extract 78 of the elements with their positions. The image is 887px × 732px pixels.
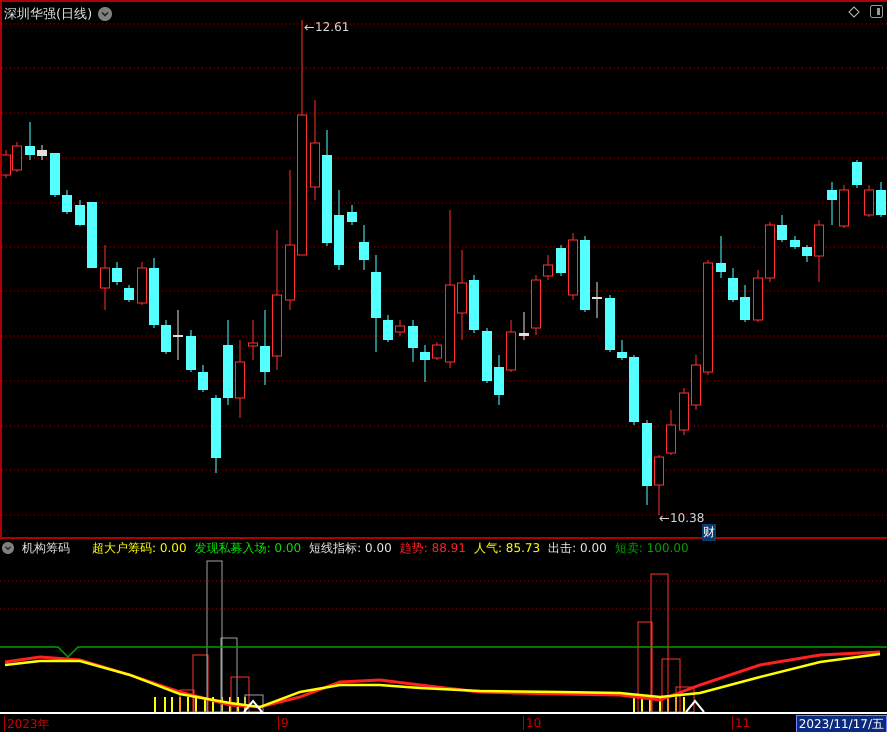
axis-label: 2023年 — [4, 716, 50, 732]
indicator-name: 机构筹码 — [22, 540, 70, 556]
arrow-left-icon — [659, 514, 669, 522]
chevron-down-icon[interactable] — [98, 7, 112, 21]
candle — [765, 222, 775, 282]
candle — [149, 258, 159, 328]
indicator-reading: 人气: 85.73 — [474, 540, 540, 556]
candle — [777, 214, 787, 242]
diamond-icon[interactable] — [848, 6, 860, 18]
arrow-left-icon — [304, 24, 314, 30]
candle — [691, 354, 701, 410]
candle — [50, 152, 60, 198]
candle — [173, 310, 183, 360]
candle — [876, 182, 886, 218]
candle — [432, 342, 442, 360]
low-price-label: 10.38 — [670, 511, 704, 525]
candle — [852, 160, 862, 188]
candle — [531, 274, 541, 336]
candle — [100, 244, 110, 310]
candle — [839, 184, 849, 228]
axis-label: 11 — [732, 716, 750, 730]
candle — [87, 202, 97, 268]
axis-label: 9 — [278, 716, 289, 730]
candle — [556, 244, 566, 276]
axis-label: 10 — [523, 716, 542, 730]
candle — [679, 388, 689, 436]
candle — [617, 340, 627, 360]
candle — [543, 254, 553, 280]
candle — [112, 262, 122, 286]
panel-toggle-icon[interactable] — [870, 5, 883, 18]
candle — [37, 144, 47, 160]
candle — [198, 364, 208, 392]
candle — [359, 224, 369, 270]
candle — [186, 330, 196, 372]
candle — [519, 312, 529, 340]
candle — [506, 320, 516, 372]
high-price-label: 12.61 — [315, 20, 350, 34]
current-date: 2023/11/17/五 — [796, 715, 887, 732]
chart-title: 深圳华强(日线) — [4, 6, 92, 23]
indicator-reading: 出击: 0.00 — [548, 540, 607, 556]
candle — [482, 328, 492, 384]
candle — [629, 354, 639, 426]
candle — [605, 294, 615, 352]
candle — [814, 220, 824, 282]
candle — [75, 200, 85, 226]
candle — [248, 320, 258, 360]
candle — [420, 344, 430, 382]
candle — [654, 454, 664, 516]
candle — [568, 232, 578, 300]
candle — [25, 122, 35, 160]
finance-badge[interactable]: 财 — [702, 524, 716, 541]
candle — [161, 320, 171, 354]
candle — [790, 236, 800, 250]
chevron-down-icon[interactable] — [2, 542, 14, 554]
candle — [469, 274, 479, 334]
candle — [124, 284, 134, 302]
candle — [728, 268, 738, 302]
candle — [62, 190, 72, 214]
indicator-reading: 超大户筹码: 0.00 — [92, 540, 187, 556]
candle — [827, 182, 837, 226]
indicator-reading: 趋势: 88.91 — [400, 540, 466, 556]
candle — [494, 354, 504, 406]
candle — [383, 314, 393, 342]
candle — [740, 284, 750, 322]
candle — [716, 236, 726, 278]
candle — [137, 262, 147, 306]
candle — [753, 270, 763, 322]
indicator-reading: 短卖: 100.00 — [614, 540, 689, 556]
candle — [802, 244, 812, 262]
candle — [347, 204, 357, 226]
candle — [12, 142, 22, 172]
candle — [592, 282, 602, 318]
indicator-reading: 短线指标: 0.00 — [309, 540, 392, 556]
candle — [864, 184, 874, 218]
candle — [395, 320, 405, 336]
candle — [666, 410, 676, 456]
candle — [408, 320, 418, 362]
indicator-reading: 发现私募入场: 0.00 — [194, 540, 302, 556]
